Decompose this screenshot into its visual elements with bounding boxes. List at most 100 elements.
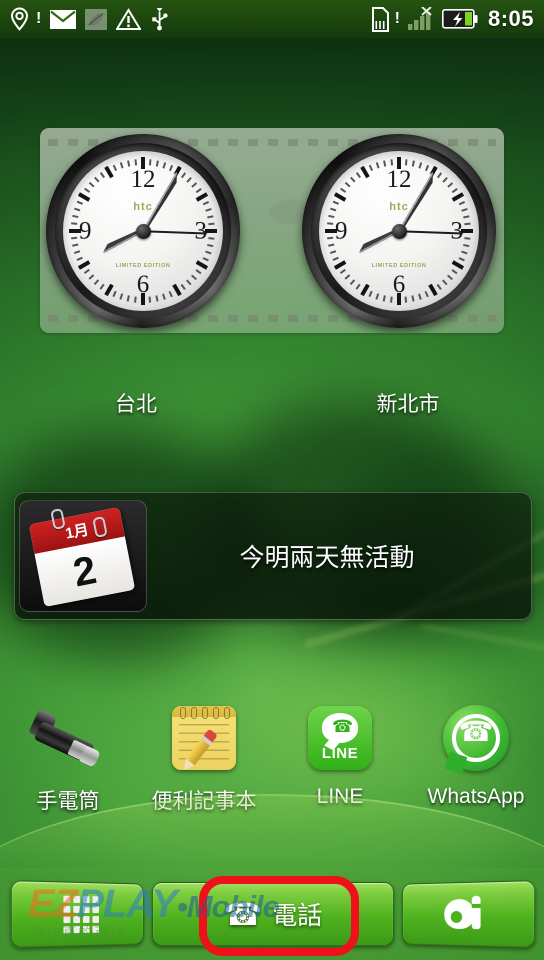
clock-center-pin (391, 223, 407, 239)
phone-dock-button[interactable]: ☎ 電話 (152, 882, 394, 946)
analog-clock-taipei[interactable]: 12 3 6 9 htc LIMITED EDITION (46, 134, 240, 328)
clock-tick (149, 159, 152, 166)
clock-tick (207, 243, 214, 247)
clock-tick (100, 283, 105, 290)
battery-charging-icon (441, 9, 478, 29)
clock-tick (77, 192, 91, 202)
paint-palette-icon (444, 895, 486, 932)
clock-tick (149, 296, 152, 303)
clock-tick (104, 283, 114, 297)
clock-tick (461, 250, 468, 255)
clock-tick (437, 283, 442, 290)
clock-tick (191, 274, 198, 280)
clock-tick (330, 207, 337, 212)
clock-tick (360, 283, 370, 297)
clock-tick (447, 274, 454, 280)
clock-tick (328, 243, 335, 247)
clock-tick (169, 290, 174, 298)
clock-tick (208, 237, 215, 240)
calendar-widget[interactable]: 1月 2 今明兩天無活動 (14, 492, 532, 620)
line-icon: ☎ LINE (302, 700, 378, 776)
clock-tick (344, 182, 351, 188)
clock-edition-text: LIMITED EDITION (115, 263, 171, 269)
clock-tick (181, 283, 186, 290)
analog-clock-new-taipei[interactable]: 12 3 6 9 htc LIMITED EDITION (302, 134, 496, 328)
clock-tick (100, 172, 105, 179)
dock: ☎ 電話 (0, 876, 544, 950)
clock-tick (451, 260, 465, 270)
clock-tick (202, 200, 210, 205)
clock-tick (195, 260, 209, 270)
app-grid-icon (62, 895, 99, 933)
signal-bars-icon (407, 7, 435, 31)
android-home-screen: ! ! 8:05 12 3 6 9 htc LIMITED EDITION 12… (0, 0, 544, 960)
app-label: WhatsApp (427, 785, 525, 808)
location-icon (10, 7, 29, 31)
clock-tick (447, 182, 454, 188)
clock-tick (94, 176, 100, 183)
clock-center-pin (135, 223, 151, 239)
clock-numeral-6: 6 (392, 271, 406, 298)
clock-tick (383, 295, 387, 302)
clock-tick (112, 290, 117, 298)
clock-tick (172, 283, 182, 297)
clock-tick (162, 293, 167, 300)
status-bar-system: ! 8:05 (370, 6, 534, 32)
clock-edition-text: LIMITED EDITION (371, 263, 427, 269)
clock-tick (390, 159, 393, 166)
clock-tick (76, 257, 84, 262)
clock-tick (442, 279, 448, 286)
clock-tick (428, 283, 438, 297)
clock-tick (112, 164, 117, 172)
line-wordmark: LINE (321, 745, 359, 762)
location-badge: ! (36, 10, 42, 27)
clock-tick (181, 172, 186, 179)
clock-tick (191, 182, 198, 188)
clock-tick (425, 290, 430, 298)
clock-tick (368, 164, 373, 172)
clock-tick (202, 257, 210, 262)
clock-tick (451, 192, 465, 202)
clock-tick (127, 295, 131, 302)
clock-tick (195, 188, 202, 193)
usb-icon (150, 7, 169, 31)
clock-numeral-3: 3 (194, 217, 208, 245)
clock-tick (327, 222, 334, 225)
clock-face: 12 3 6 9 htc LIMITED EDITION (63, 151, 223, 311)
flashlight-icon (28, 700, 106, 776)
clock-tick (411, 295, 415, 302)
whatsapp-icon: ☎ (438, 700, 514, 776)
clock-tick (94, 279, 100, 286)
warning-triangle-icon (116, 7, 142, 31)
clock-tick (458, 257, 466, 262)
clock-numeral-9: 9 (335, 217, 348, 245)
clock-tick (461, 207, 468, 212)
clock-tick (451, 188, 458, 193)
clock-tick (328, 215, 335, 219)
clock-tick (350, 279, 356, 286)
phone-handset-icon: ☎ (223, 896, 263, 932)
clock-tick (425, 164, 430, 172)
clock-tick (418, 293, 423, 300)
clock-tick (356, 283, 361, 290)
clock-tick (186, 176, 192, 183)
clock-tick (88, 182, 95, 188)
clock-face: 12 3 6 9 htc LIMITED EDITION (319, 151, 479, 311)
clock-tick (195, 269, 202, 274)
app-drawer-button[interactable] (10, 880, 144, 948)
clock-tick (405, 159, 408, 166)
clock-tick (186, 279, 192, 286)
clock-tick (340, 269, 347, 274)
clock-tick (207, 215, 214, 219)
clock-tick (356, 172, 361, 179)
clock-brand-logo: htc (133, 200, 153, 213)
clock-tick (464, 222, 471, 225)
status-bar[interactable]: ! ! 8:05 (0, 0, 544, 38)
personalize-button[interactable] (402, 880, 536, 948)
clock-tick (344, 274, 351, 280)
world-clock-widget[interactable]: 12 3 6 9 htc LIMITED EDITION 12 3 6 9 ht… (40, 128, 504, 333)
clock-tick (442, 176, 448, 183)
clock-numeral-6: 6 (136, 271, 150, 298)
clock-tick (464, 237, 471, 240)
phone-button-label: 電話 (272, 902, 323, 930)
